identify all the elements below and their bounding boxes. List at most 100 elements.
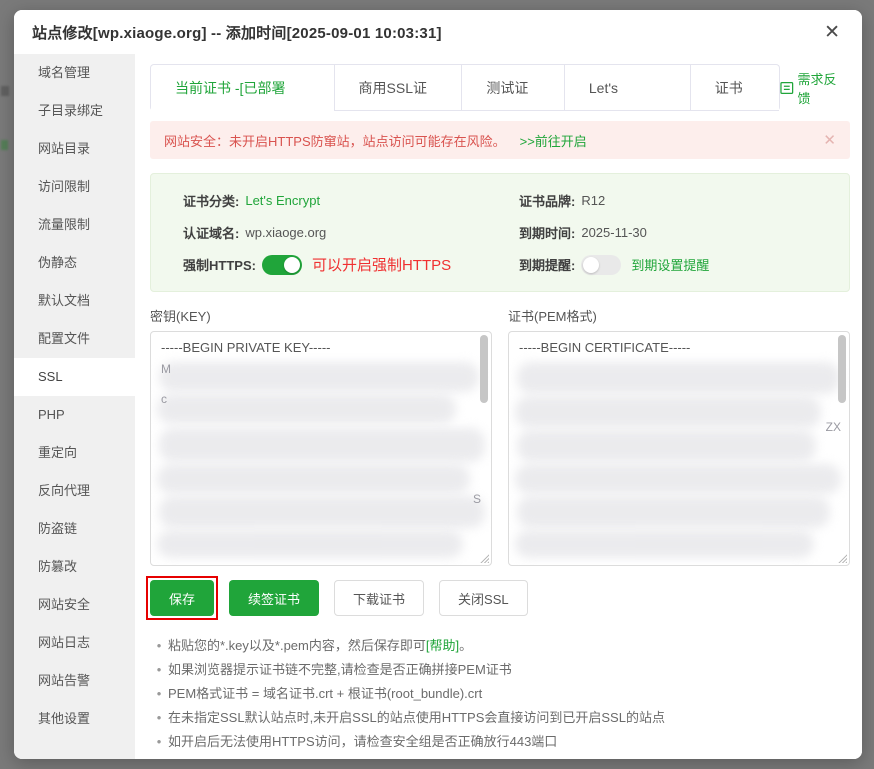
- cert-brand-value: R12: [581, 193, 605, 208]
- key-fragment: c: [161, 392, 167, 406]
- close-icon[interactable]: ✕: [820, 21, 844, 44]
- force-https-note: 可以开启强制HTTPS: [312, 254, 451, 275]
- tab-lets-encrypt[interactable]: Let's Encrypt: [564, 65, 690, 111]
- cert-class-value: Let's Encrypt: [245, 193, 320, 208]
- private-key-first-line: -----BEGIN PRIVATE KEY-----: [151, 332, 491, 355]
- key-fragment: M: [161, 362, 171, 376]
- modal-body: 域名管理 子目录绑定 网站目录 访问限制 流量限制 伪静态 默认文档 配置文件 …: [14, 54, 862, 759]
- redacted-cert-content: [517, 362, 840, 394]
- button-row: 保存 续签证书 下载证书 关闭SSL: [150, 580, 850, 616]
- cert-class-row: 证书分类: Let's Encrypt: [183, 189, 519, 212]
- note-item: • 如开启后无法使用HTTPS访问，请检查安全组是否正确放行443端口: [150, 730, 850, 754]
- bullet-icon: •: [150, 682, 168, 706]
- feedback-label: 需求反馈: [798, 69, 848, 107]
- cert-info-right-column: 证书品牌: R12 到期时间: 2025-11-30 到期提醒: 到期设置提醒: [519, 189, 709, 276]
- save-button[interactable]: 保存: [150, 580, 214, 616]
- sidebar-item-config-file[interactable]: 配置文件: [14, 320, 135, 358]
- banner-close-icon[interactable]: ✕: [823, 131, 836, 149]
- cert-info-left-column: 证书分类: Let's Encrypt 认证域名: wp.xiaoge.org …: [183, 189, 519, 276]
- note-text: 。: [459, 638, 472, 653]
- tab-row: 当前证书 -[已部署SSL] 商用SSL证书 测试证书 Let's Encryp…: [150, 64, 850, 111]
- expire-remind-row: 到期提醒: 到期设置提醒: [519, 253, 709, 276]
- force-https-row: 强制HTTPS: 可以开启强制HTTPS: [183, 253, 519, 276]
- note-text: 如开启后无法使用HTTPS访问，请检查安全组是否正确放行443端口: [168, 730, 557, 754]
- sidebar-item-redirect[interactable]: 重定向: [14, 434, 135, 472]
- note-item: • 粘贴您的*.key以及*.pem内容，然后保存即可[帮助]。: [150, 634, 850, 658]
- renew-cert-button[interactable]: 续签证书: [229, 580, 319, 616]
- sidebar-item-anti-tamper[interactable]: 防篡改: [14, 548, 135, 586]
- toggle-knob: [284, 257, 300, 273]
- sidebar-item-site-dir[interactable]: 网站目录: [14, 130, 135, 168]
- tab-cert-folder[interactable]: 证书夹: [690, 65, 779, 111]
- note-text: 如果浏览器提示证书链不完整,请检查是否正确拼接PEM证书: [168, 658, 512, 682]
- sidebar-item-site-alerts[interactable]: 网站告警: [14, 662, 135, 700]
- sidebar-item-default-doc[interactable]: 默认文档: [14, 282, 135, 320]
- background-page-fragment: [1, 140, 8, 150]
- feedback-form-icon: [780, 81, 794, 95]
- force-https-toggle[interactable]: [262, 255, 302, 275]
- redacted-key-content: [157, 464, 470, 494]
- force-https-label: 强制HTTPS:: [183, 255, 256, 274]
- ssl-content-panel: 当前证书 -[已部署SSL] 商用SSL证书 测试证书 Let's Encryp…: [135, 54, 862, 759]
- download-cert-button[interactable]: 下载证书: [334, 580, 424, 616]
- sidebar-item-ssl[interactable]: SSL: [14, 358, 135, 396]
- textarea-row: -----BEGIN PRIVATE KEY----- M c S -----B…: [150, 331, 850, 566]
- certificate-textarea[interactable]: -----BEGIN CERTIFICATE----- ZX: [508, 331, 850, 566]
- cert-brand-row: 证书品牌: R12: [519, 189, 709, 212]
- cert-tabbar: 当前证书 -[已部署SSL] 商用SSL证书 测试证书 Let's Encryp…: [150, 64, 780, 111]
- tab-commercial-ssl[interactable]: 商用SSL证书: [334, 65, 462, 111]
- note-item: • 在未指定SSL默认站点时,未开启SSL的站点使用HTTPS会直接访问到已开启…: [150, 706, 850, 730]
- cert-info-box: 证书分类: Let's Encrypt 认证域名: wp.xiaoge.org …: [150, 173, 850, 292]
- redacted-key-content: [159, 496, 485, 528]
- cert-class-label: 证书分类:: [183, 191, 239, 210]
- note-text: PEM格式证书 = 域名证书.crt + 根证书(root_bundle).cr…: [168, 682, 482, 706]
- cert-domain-label: 认证域名:: [183, 223, 239, 242]
- certificate-first-line: -----BEGIN CERTIFICATE-----: [509, 332, 849, 355]
- private-key-textarea[interactable]: -----BEGIN PRIVATE KEY----- M c S: [150, 331, 492, 566]
- help-link[interactable]: [帮助]: [426, 638, 459, 653]
- tab-test-cert[interactable]: 测试证书: [461, 65, 564, 111]
- note-item: • PEM格式证书 = 域名证书.crt + 根证书(root_bundle).…: [150, 682, 850, 706]
- sidebar-item-other-settings[interactable]: 其他设置: [14, 700, 135, 738]
- security-warning-banner: 网站安全：未开启HTTPS防窜站，站点访问可能存在风险。 >>前往开启 ✕: [150, 121, 850, 159]
- save-button-wrapper: 保存: [150, 580, 214, 616]
- textarea-scrollbar[interactable]: [480, 335, 488, 403]
- redacted-cert-content: [515, 530, 814, 558]
- redacted-cert-content: [515, 396, 821, 428]
- redacted-cert-content: [517, 430, 816, 462]
- go-enable-link[interactable]: >>前往开启: [520, 131, 587, 150]
- sidebar-item-subdir-bind[interactable]: 子目录绑定: [14, 92, 135, 130]
- sidebar-item-traffic-limit[interactable]: 流量限制: [14, 206, 135, 244]
- resize-handle-icon[interactable]: [480, 554, 489, 563]
- cert-brand-label: 证书品牌:: [519, 191, 575, 210]
- sidebar-item-reverse-proxy[interactable]: 反向代理: [14, 472, 135, 510]
- expire-remind-link[interactable]: 到期设置提醒: [631, 255, 709, 274]
- cert-expire-row: 到期时间: 2025-11-30: [519, 221, 709, 244]
- sidebar-item-access-limit[interactable]: 访问限制: [14, 168, 135, 206]
- tab-current-cert[interactable]: 当前证书 -[已部署SSL]: [151, 65, 334, 111]
- redacted-key-content: [157, 530, 463, 558]
- resize-handle-icon[interactable]: [838, 554, 847, 563]
- cert-expire-value: 2025-11-30: [581, 225, 647, 240]
- bullet-icon: •: [150, 658, 168, 682]
- site-edit-modal: 站点修改[wp.xiaoge.org] -- 添加时间[2025-09-01 1…: [14, 10, 862, 759]
- sidebar-item-rewrite[interactable]: 伪静态: [14, 244, 135, 282]
- close-ssl-button[interactable]: 关闭SSL: [439, 580, 528, 616]
- expire-remind-label: 到期提醒:: [519, 255, 575, 274]
- sidebar-item-site-logs[interactable]: 网站日志: [14, 624, 135, 662]
- cert-domain-row: 认证域名: wp.xiaoge.org: [183, 221, 519, 244]
- expire-remind-toggle[interactable]: [581, 255, 621, 275]
- sidebar-item-domain-manage[interactable]: 域名管理: [14, 54, 135, 92]
- feedback-link[interactable]: 需求反馈: [780, 69, 848, 107]
- sidebar-item-site-security[interactable]: 网站安全: [14, 586, 135, 624]
- help-notes: • 粘贴您的*.key以及*.pem内容，然后保存即可[帮助]。 • 如果浏览器…: [150, 634, 850, 754]
- toggle-knob: [583, 257, 599, 273]
- sidebar-item-anti-leech[interactable]: 防盗链: [14, 510, 135, 548]
- modal-header: 站点修改[wp.xiaoge.org] -- 添加时间[2025-09-01 1…: [14, 10, 862, 54]
- modal-title: 站点修改[wp.xiaoge.org] -- 添加时间[2025-09-01 1…: [32, 22, 442, 43]
- textarea-scrollbar[interactable]: [838, 335, 846, 403]
- sidebar-item-php[interactable]: PHP: [14, 396, 135, 434]
- pem-label: 证书(PEM格式): [508, 306, 850, 325]
- redacted-cert-content: [517, 496, 830, 528]
- key-fragment: S: [473, 492, 481, 506]
